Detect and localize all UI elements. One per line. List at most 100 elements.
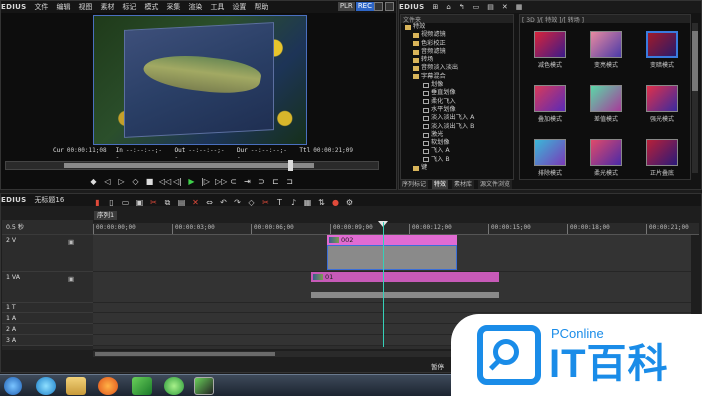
add-marker-icon[interactable]: ◇ [247, 198, 256, 208]
paste-icon[interactable]: ▤ [177, 198, 186, 208]
tree-item[interactable]: 音频淡入淡出 [401, 64, 513, 72]
media-player-icon[interactable] [132, 377, 152, 395]
tree-item[interactable]: 飞入 A [401, 147, 513, 155]
menu-mode[interactable]: 模式 [144, 2, 158, 12]
tree-item[interactable]: 垂直划像 [401, 89, 513, 97]
track-visibility-icon[interactable]: ▣ [68, 236, 74, 248]
app-icon[interactable] [164, 377, 184, 395]
title-icon[interactable]: T [275, 198, 284, 208]
ripple-icon[interactable]: ⇔ [205, 198, 214, 208]
tree-item[interactable]: 视频滤镜 [401, 31, 513, 39]
tree-item[interactable]: 划像 [401, 81, 513, 89]
menu-view[interactable]: 视图 [78, 2, 92, 12]
new-folder-icon[interactable]: ▭ [473, 3, 480, 11]
track-header-1a[interactable]: 1 A [2, 313, 93, 324]
ie-icon[interactable] [36, 377, 56, 395]
up-folder-icon[interactable]: ↰ [459, 3, 465, 11]
tree-item[interactable]: 软划像 [401, 139, 513, 147]
effect-cell[interactable]: 变暗模式 [638, 29, 686, 75]
play-button[interactable]: ▶ [187, 177, 196, 186]
delete-clip-icon[interactable]: ✕ [191, 198, 200, 208]
player-scrubber[interactable] [5, 160, 379, 171]
tree-item[interactable]: 淡入淡出飞入 A [401, 114, 513, 122]
effect-cell[interactable]: 减色模式 [526, 29, 574, 75]
view-icon[interactable]: ▤ [487, 3, 494, 11]
track-header-2v[interactable]: 2 V ▣ [2, 235, 93, 272]
tree-item[interactable]: 色彩校正 [401, 40, 513, 48]
edius-taskbar-icon[interactable] [194, 377, 214, 395]
plr-button[interactable]: PLR [337, 2, 355, 11]
effect-cell[interactable]: 强光模式 [638, 83, 686, 129]
step-forward-button[interactable]: |▷ [201, 177, 210, 186]
effects-scroll-thumb[interactable] [692, 31, 698, 91]
next-edit-button[interactable]: ▷ [117, 177, 126, 186]
delete-icon[interactable]: ✕ [502, 3, 508, 11]
track-header-1t[interactable]: 1 T [2, 303, 93, 313]
properties-icon[interactable]: ▦ [516, 3, 523, 11]
new-sequence-icon[interactable]: ▯ [107, 198, 116, 208]
save-icon[interactable]: ▣ [135, 198, 144, 208]
step-back-button[interactable]: ◁| [173, 177, 182, 186]
explorer-icon[interactable] [66, 377, 86, 395]
set-in-button[interactable]: ◆ [89, 177, 98, 186]
overwrite-button[interactable]: ⊃ [257, 177, 266, 186]
clip-002[interactable]: 002 [327, 235, 457, 245]
mixer-icon[interactable]: ▦ [303, 198, 312, 208]
loop-button[interactable]: ⊂ [229, 177, 238, 186]
tab-bin[interactable]: 素材库 [452, 180, 475, 189]
zoom-control[interactable]: 0.5 秒 [2, 220, 93, 235]
copy-icon[interactable]: ⧉ [163, 198, 172, 208]
tree-item[interactable]: 柔化飞入 [401, 98, 513, 106]
menu-file[interactable]: 文件 [34, 2, 48, 12]
timeline-ruler[interactable]: 00:00:00;00 00:00:03;00 00:00:06;00 00:00:0… [93, 223, 699, 235]
cut-icon[interactable]: ✂ [149, 198, 158, 208]
settings-icon[interactable]: ⚙ [345, 198, 354, 208]
tab-sequence[interactable]: 序列1 [94, 211, 118, 220]
menu-help[interactable]: 帮助 [254, 2, 268, 12]
effects-scrollbar[interactable] [692, 23, 698, 173]
menu-capture[interactable]: 采集 [166, 2, 180, 12]
match-out-button[interactable]: ⊐ [285, 177, 294, 186]
tree-item[interactable]: 激光 [401, 131, 513, 139]
tree-item[interactable]: 淡入淡出飞入 B [401, 123, 513, 131]
menu-render[interactable]: 渲染 [188, 2, 202, 12]
home-icon[interactable]: ⌂ [446, 3, 450, 11]
clip-002-keyframe-area[interactable] [327, 245, 457, 270]
tab-sequence-markers[interactable]: 序列标记 [400, 180, 429, 189]
track-header-3a[interactable]: 3 A [2, 335, 93, 346]
tree-item[interactable]: 键 [401, 164, 513, 172]
menu-edit[interactable]: 编辑 [56, 2, 70, 12]
tab-effects[interactable]: 特效 [432, 180, 449, 189]
clip-01[interactable]: 01 [311, 272, 499, 282]
clip-01-audio[interactable] [311, 292, 499, 298]
close-button[interactable] [385, 2, 394, 11]
split-icon[interactable]: ✂ [261, 198, 270, 208]
open-icon[interactable]: ▭ [121, 198, 130, 208]
track-header-1va[interactable]: 1 VA ▣ [2, 272, 93, 303]
tree-item[interactable]: 飞入 B [401, 156, 513, 164]
fast-forward-button[interactable]: ▷▷ [215, 177, 227, 186]
timeline-scroll-thumb[interactable] [95, 352, 275, 356]
mode-icon[interactable]: ▮ [93, 198, 102, 208]
player-recorder-switch[interactable]: PLR REC [337, 2, 374, 11]
audio-icon[interactable]: ♪ [289, 198, 298, 208]
menu-tools[interactable]: 工具 [210, 2, 224, 12]
set-out-button[interactable]: ◇ [131, 177, 140, 186]
menu-settings[interactable]: 设置 [232, 2, 246, 12]
track-visibility-icon[interactable]: ▣ [68, 273, 74, 285]
start-button[interactable] [4, 377, 22, 395]
firefox-icon[interactable] [98, 377, 118, 395]
effect-cell[interactable]: 排除模式 [526, 137, 574, 183]
effect-cell[interactable]: 叠加模式 [526, 83, 574, 129]
effect-cell[interactable]: 柔光模式 [582, 137, 630, 183]
lane-1t[interactable] [93, 303, 691, 313]
prev-edit-button[interactable]: ◁ [103, 177, 112, 186]
effect-cell[interactable]: 正片叠底 [638, 137, 686, 183]
effect-cell[interactable]: 差值模式 [582, 83, 630, 129]
tree-item[interactable]: 特效 [401, 23, 513, 31]
folder-tree-icon[interactable]: ⊞ [432, 3, 438, 11]
tree-item[interactable]: 音频滤镜 [401, 48, 513, 56]
redo-icon[interactable]: ↷ [233, 198, 242, 208]
scrub-handle[interactable] [288, 160, 293, 171]
record-icon[interactable]: ● [331, 198, 340, 208]
